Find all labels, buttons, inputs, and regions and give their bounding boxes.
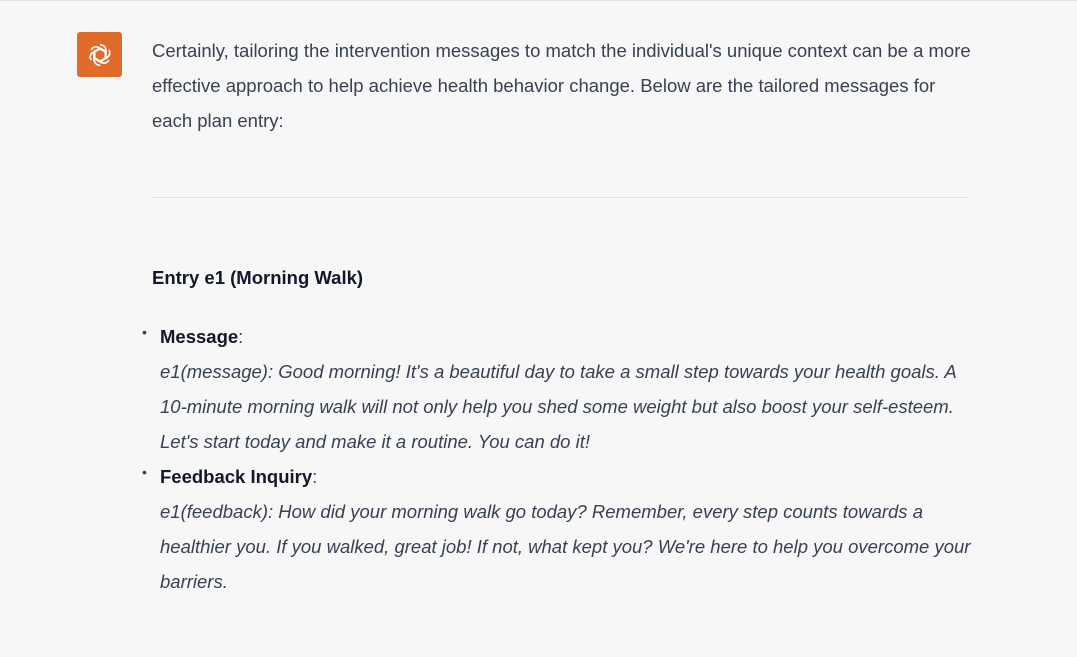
feedback-text: e1(feedback): How did your morning walk … [160, 501, 971, 592]
assistant-avatar [77, 32, 122, 77]
horizontal-divider [152, 197, 968, 198]
assistant-message: Certainly, tailoring the intervention me… [152, 33, 972, 138]
message-label: Message [160, 326, 239, 347]
bullet-icon: • [142, 464, 147, 480]
bullet-icon: • [142, 324, 147, 340]
message-text: e1(message): Good morning! It's a beauti… [160, 361, 957, 452]
list-item-feedback: • Feedback Inquiry: e1(feedback): How di… [142, 459, 972, 599]
feedback-label-colon: : [312, 466, 318, 487]
entry-details-list: • Message: e1(message): Good morning! It… [142, 319, 972, 599]
entry-heading: Entry e1 (Morning Walk) [152, 267, 364, 288]
message-label-colon: : [238, 326, 244, 347]
top-border [0, 0, 1077, 1]
list-item-message: • Message: e1(message): Good morning! It… [142, 319, 972, 459]
feedback-label: Feedback Inquiry [160, 466, 313, 487]
intro-paragraph: Certainly, tailoring the intervention me… [152, 40, 971, 131]
openai-logo-icon [88, 43, 111, 66]
